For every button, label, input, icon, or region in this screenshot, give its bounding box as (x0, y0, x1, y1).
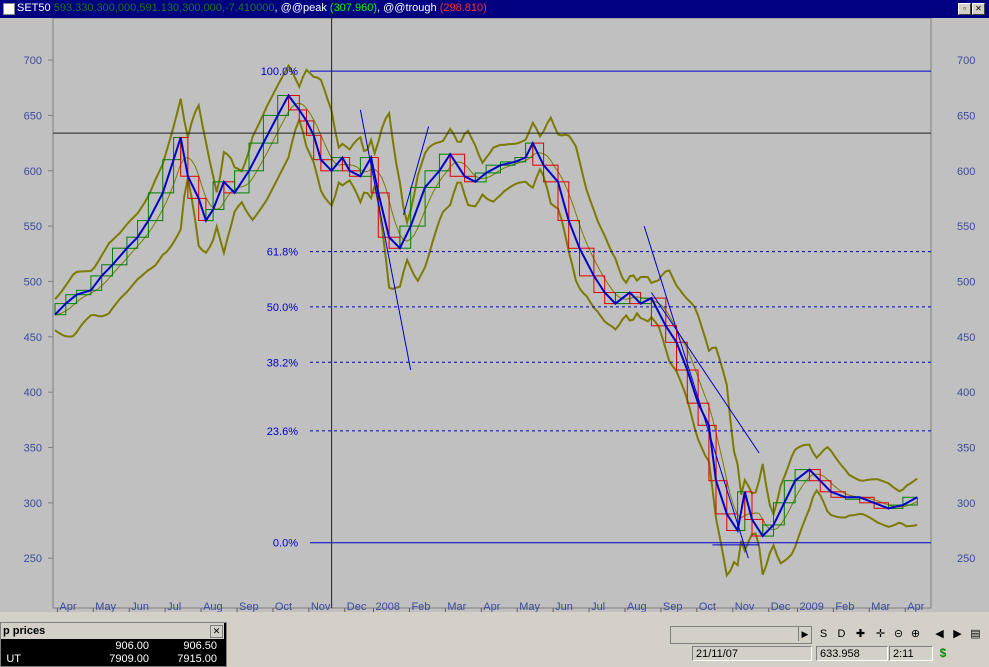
price-values: 593.330,300,000,591.130,300,000,-7.41000… (53, 2, 275, 14)
tool-d-button[interactable]: D (834, 627, 849, 641)
quote-panel: p prices ✕ 906.00 906.50 UT 7909.00 7915… (0, 622, 227, 667)
restore-icon[interactable]: ▫ (958, 3, 971, 15)
table-row: UT 7909.00 7915.00 (1, 653, 224, 666)
zoom-out-icon[interactable]: ⊝ (891, 627, 906, 641)
crosshair-icon[interactable]: ✚ (853, 627, 868, 641)
chart-title-bar: SET50 593.330,300,000,591.130,300,000,-7… (0, 0, 989, 18)
y-tick-label: 400 (24, 387, 42, 399)
x-tick-label: Jun (131, 601, 149, 612)
x-tick-label: Jul (591, 601, 605, 612)
y-tick-label: 500 (24, 276, 42, 288)
x-tick-label: Nov (311, 601, 331, 612)
x-tick-label: Feb (411, 601, 430, 612)
list-icon[interactable]: ▤ (968, 627, 983, 641)
next-icon[interactable]: ▶ (950, 627, 965, 641)
y-tick-label: 700 (24, 55, 42, 67)
status-time: 2:11 (889, 646, 933, 661)
y-tick-label: 550 (24, 221, 42, 233)
x-tick-label: Aug (627, 601, 647, 612)
trough-label: @@trough (383, 2, 437, 14)
plot-area (52, 18, 932, 609)
fib-level-label: 61.8% (267, 247, 298, 259)
fib-level-label: 38.2% (267, 357, 298, 369)
peak-label: @@peak (280, 2, 327, 14)
chart-title: SET50 593.330,300,000,591.130,300,000,-7… (17, 2, 487, 14)
chart-scrollbar[interactable]: ▶ (670, 626, 812, 644)
table-row: 906.00 906.50 (1, 640, 224, 653)
fib-level-label: 0.0% (273, 538, 298, 550)
y-tick-label: 450 (24, 332, 42, 344)
price-chart: 100.0% 61.8% 50.0% 38.2% 23.6% 0.0% 250 300 350… (0, 18, 989, 612)
x-tick-label: Oct (699, 601, 716, 612)
peak-value: (307.960) (329, 2, 377, 14)
y-tick-label: 600 (957, 166, 975, 178)
bottom-toolbar: p prices ✕ 906.00 906.50 UT 7909.00 7915… (0, 612, 989, 667)
x-tick-label: Sep (239, 601, 259, 612)
ask-value: 7915.00 (177, 653, 217, 665)
y-tick-label: 500 (957, 276, 975, 288)
window-menu-icon[interactable] (3, 3, 15, 15)
prev-icon[interactable]: ◀ (932, 627, 947, 641)
fib-level-label: 50.0% (267, 302, 298, 314)
x-tick-label: Apr (59, 601, 76, 612)
y-tick-label: 550 (957, 221, 975, 233)
x-tick-label: Sep (663, 601, 683, 612)
x-tick-label: Aug (203, 601, 223, 612)
quote-panel-title: p prices (1, 623, 224, 639)
y-tick-label: 600 (24, 166, 42, 178)
close-icon[interactable]: ✕ (210, 625, 223, 638)
x-tick-label: Nov (735, 601, 755, 612)
y-tick-label: 650 (957, 110, 975, 122)
x-tick-label: Dec (771, 601, 791, 612)
x-tick-label: Apr (483, 601, 500, 612)
bid-value: 906.00 (115, 640, 149, 652)
y-tick-label: 650 (24, 110, 42, 122)
trough-value: (298.810) (439, 2, 487, 14)
x-tick-label: 2009 (799, 601, 823, 612)
y-tick-label: 400 (957, 387, 975, 399)
fib-level-label: 23.6% (267, 426, 298, 438)
move-icon[interactable]: ✛ (873, 627, 888, 641)
y-tick-label: 350 (957, 442, 975, 454)
x-tick-label: Mar (871, 601, 890, 612)
tool-s-button[interactable]: S (816, 627, 831, 641)
zoom-in-icon[interactable]: ⊕ (908, 627, 923, 641)
dollar-icon[interactable]: $ (935, 646, 951, 661)
ask-value: 906.50 (183, 640, 217, 652)
x-tick-label: Dec (347, 601, 367, 612)
status-date: 21/11/07 (692, 646, 812, 661)
x-tick-label: Mar (447, 601, 466, 612)
x-tick-label: Apr (907, 601, 924, 612)
fib-level-label: 100.0% (261, 66, 299, 78)
x-tick-label: 2008 (376, 601, 400, 612)
y-tick-label: 350 (24, 442, 42, 454)
close-icon[interactable]: ✕ (972, 3, 985, 15)
symbol-label: SET50 (17, 2, 51, 14)
y-tick-label: 250 (957, 553, 975, 565)
y-tick-label: 250 (24, 553, 42, 565)
x-tick-label: Jul (167, 601, 181, 612)
x-tick-label: May (95, 601, 116, 612)
y-tick-label: 450 (957, 332, 975, 344)
y-tick-label: 700 (957, 55, 975, 67)
x-tick-label: May (519, 601, 540, 612)
scroll-right-icon[interactable]: ▶ (798, 627, 811, 641)
y-tick-label: 300 (957, 498, 975, 510)
y-tick-label: 300 (24, 498, 42, 510)
x-tick-label: Oct (275, 601, 292, 612)
row-name: UT (6, 653, 21, 665)
status-value: 633.958 (816, 646, 888, 661)
x-tick-label: Jun (555, 601, 573, 612)
x-tick-label: Feb (835, 601, 854, 612)
bid-value: 7909.00 (109, 653, 149, 665)
